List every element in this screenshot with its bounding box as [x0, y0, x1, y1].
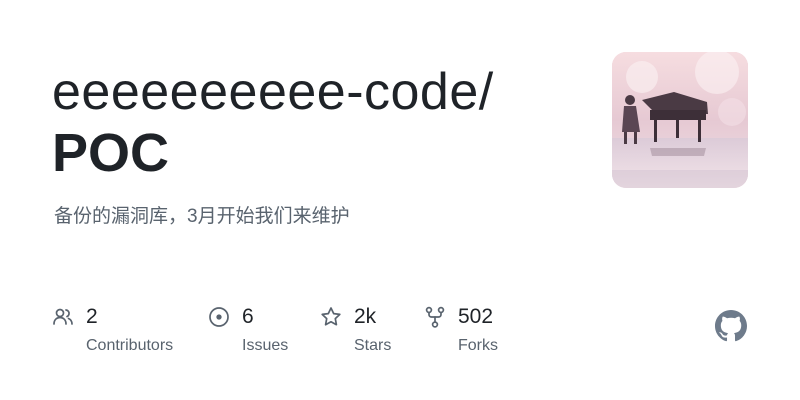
stat-issues[interactable]: 6 Issues: [208, 304, 288, 356]
repo-description: 备份的漏洞库，3月开始我们来维护: [54, 206, 350, 227]
stat-contributors-value: 2: [86, 305, 98, 328]
repo-social-card: eeeeeeeeee-code/ POC 备份的漏洞库，3月开始我们来维护 2 …: [0, 0, 800, 400]
stat-stars[interactable]: 2k Stars: [320, 304, 391, 356]
stat-forks-value: 502: [458, 305, 494, 328]
fork-icon: [424, 306, 446, 328]
piano-scene-avatar: [612, 52, 748, 188]
repo-owner: eeeeeeeeee-code/: [52, 63, 494, 121]
stat-stars-value: 2k: [354, 305, 377, 328]
stat-issues-value: 6: [242, 305, 254, 328]
stat-contributors[interactable]: 2 Contributors: [52, 304, 173, 356]
stat-stars-label: Stars: [354, 337, 392, 354]
star-icon: [320, 306, 342, 328]
stat-contributors-label: Contributors: [86, 337, 174, 354]
owner-avatar: [612, 52, 748, 188]
stat-forks-label: Forks: [458, 337, 498, 354]
stat-issues-label: Issues: [242, 337, 289, 354]
issue-icon: [208, 306, 230, 328]
people-icon: [52, 306, 74, 328]
github-logo-icon[interactable]: [715, 310, 747, 342]
repo-name: POC: [52, 123, 170, 183]
stat-forks[interactable]: 502 Forks: [424, 304, 498, 356]
